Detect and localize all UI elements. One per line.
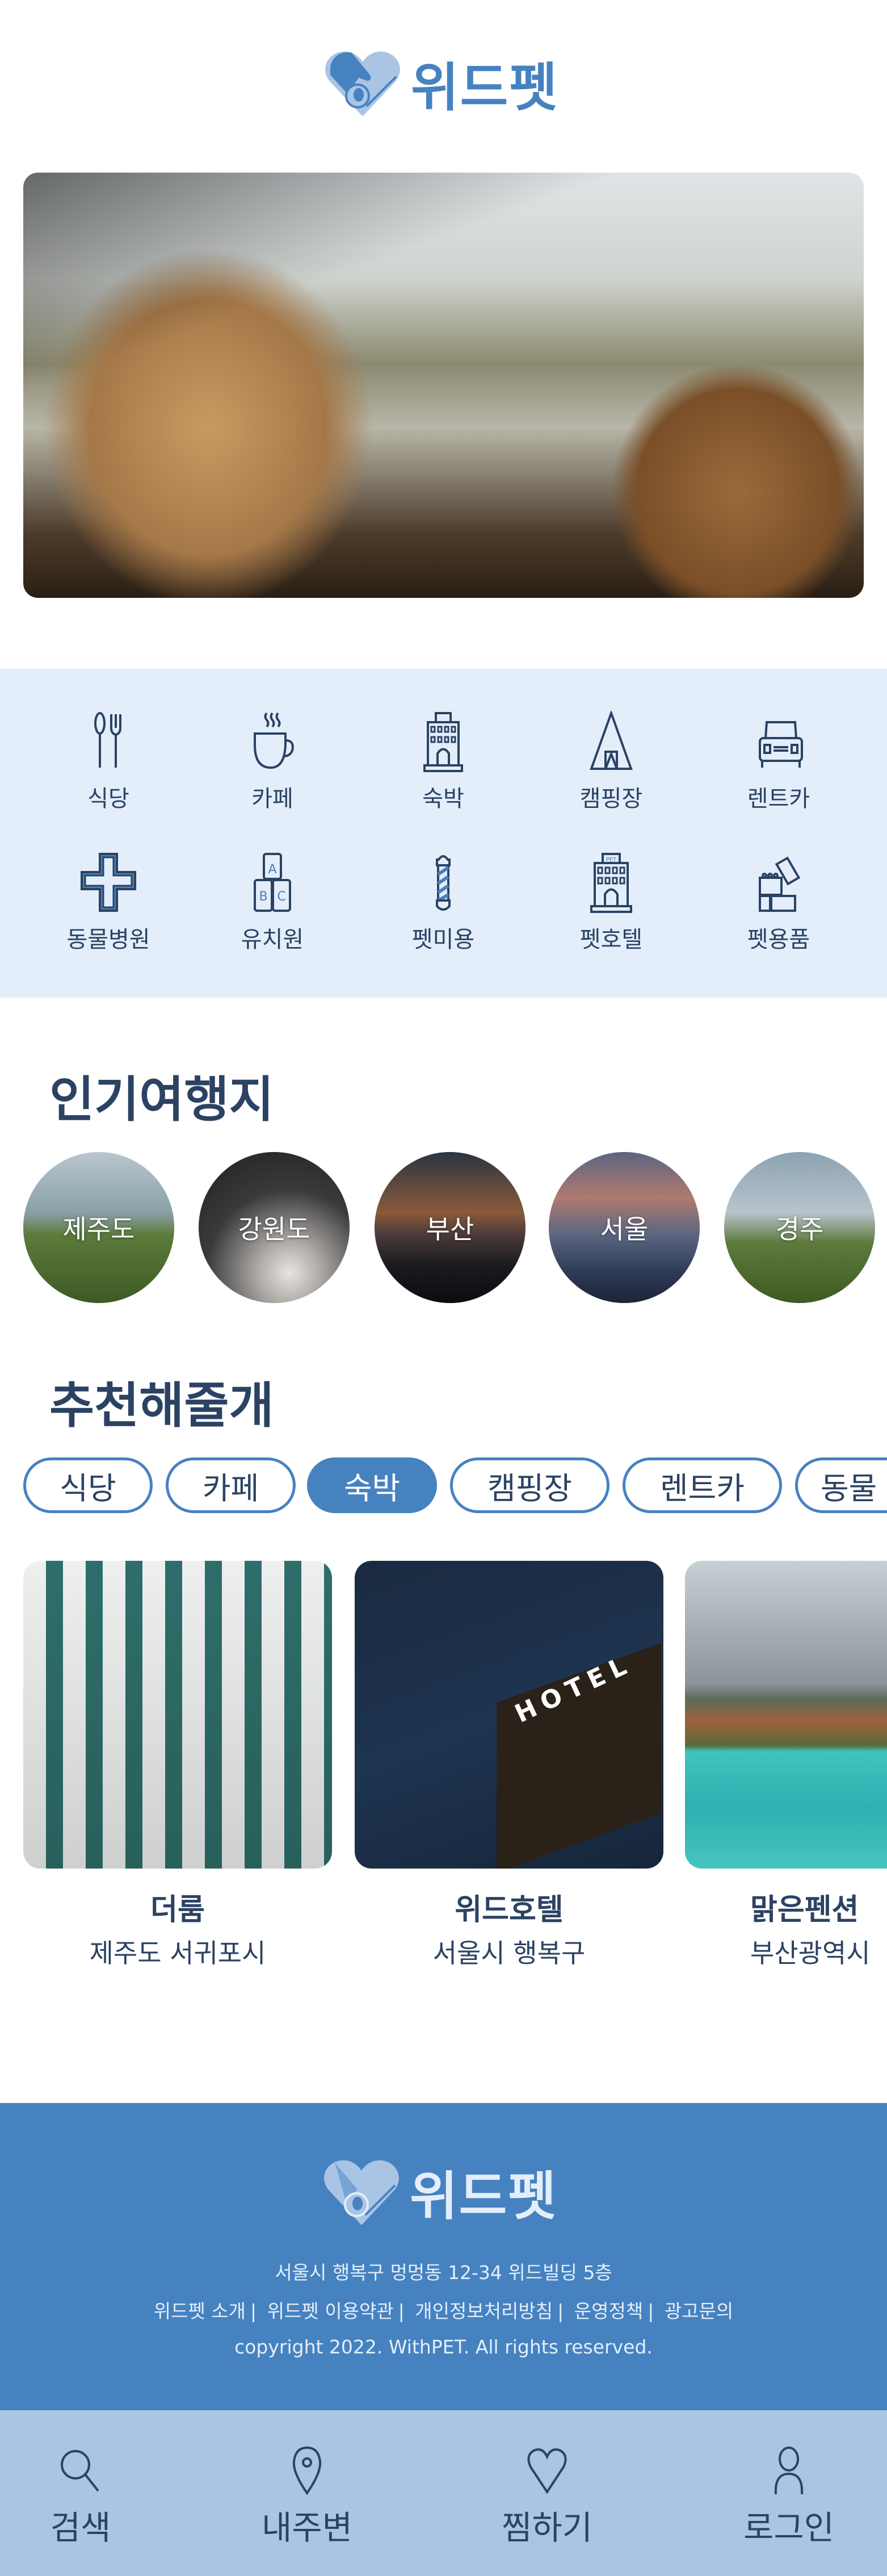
place-card-image	[685, 1561, 887, 1869]
nav-label: 로그인	[743, 2508, 835, 2547]
footer-logo[interactable]: 위드펫	[323, 2154, 557, 2230]
footer-link-privacy[interactable]: 개인정보처리방침	[415, 2300, 553, 2322]
destination-seoul[interactable]: 서울	[549, 1152, 700, 1303]
bottom-nav: 검색 내주변 찜하기 로그인	[0, 2410, 887, 2576]
filter-pill-camping[interactable]: 캠핑장	[450, 1457, 609, 1513]
category-animal-hospital[interactable]: 동물병원	[40, 852, 176, 954]
place-name: 맑은펜션	[750, 1893, 859, 1927]
category-pet-hotel[interactable]: PET 펫호텔	[543, 852, 679, 954]
destination-busan[interactable]: 부산	[375, 1152, 526, 1303]
filter-pill-rentcar[interactable]: 렌트카	[623, 1457, 782, 1513]
footer-link-ads[interactable]: 광고문의	[665, 2300, 733, 2322]
footer-link-about[interactable]: 위드펫 소개	[154, 2300, 246, 2322]
place-location: 서울시 행복구	[432, 1938, 586, 1968]
category-label: 펫호텔	[579, 927, 643, 953]
category-label: 렌트카	[747, 786, 810, 812]
nav-nearby[interactable]: 내주변	[233, 2444, 381, 2549]
heart-paw-logo-icon	[324, 2160, 399, 2225]
nav-favorites[interactable]: 찜하기	[473, 2444, 621, 2549]
header-logo[interactable]: 위드펫	[325, 45, 558, 121]
medical-cross-icon	[81, 853, 136, 912]
toy-blocks-icon	[759, 856, 801, 912]
category-label: 카페	[251, 786, 293, 812]
filter-pill-cafe[interactable]: 카페	[166, 1457, 296, 1513]
destination-label: 강원도	[238, 1214, 310, 1245]
footer-link-terms[interactable]: 위드펫 이용약관	[267, 2300, 394, 2322]
filter-pill-animal[interactable]: 동물	[795, 1457, 887, 1513]
category-label: 유치원	[241, 927, 304, 953]
filter-pill-label: 동물	[821, 1470, 877, 1506]
category-label: 캠핑장	[579, 786, 643, 812]
footer: 위드펫 서울시 행복구 멍멍동 12-34 위드빌딩 5층 위드펫 소개 | 위드…	[0, 2103, 887, 2410]
heart-paw-logo-icon	[325, 51, 400, 116]
hero-banner-image[interactable]	[23, 173, 864, 598]
filter-pill-lodging[interactable]: 숙박	[307, 1457, 437, 1513]
nav-login[interactable]: 로그인	[715, 2444, 863, 2549]
category-label: 펫미용	[411, 927, 475, 953]
filter-pill-restaurant[interactable]: 식당	[23, 1457, 153, 1513]
place-card[interactable]: HOTEL 위드호텔 서울시 행복구	[355, 1561, 663, 1970]
popular-destinations-title: 인기여행지	[49, 1071, 274, 1128]
place-location: 부산광역시	[750, 1938, 871, 1968]
destination-label: 서울	[600, 1214, 649, 1245]
place-location: 제주도 서귀포시	[89, 1938, 266, 1968]
footer-copyright: copyright 2022. WithPET. All rights rese…	[234, 2336, 653, 2358]
user-icon	[774, 2447, 804, 2495]
category-pet-grooming[interactable]: 펫미용	[375, 852, 511, 954]
abc-blocks-icon: AB C	[254, 853, 291, 912]
place-card[interactable]: 더룸 제주도 서귀포시	[23, 1561, 332, 1970]
category-rentcar[interactable]: 렌트카	[711, 711, 847, 813]
location-pin-icon	[292, 2446, 322, 2495]
footer-logo-text: 위드펫	[410, 2166, 557, 2227]
category-cafe[interactable]: 카페	[204, 711, 340, 813]
nav-label: 내주변	[261, 2508, 353, 2547]
pet-hotel-icon: PET	[590, 853, 632, 913]
recommend-title: 추천해줄개	[49, 1377, 274, 1434]
logo-text: 위드펫	[411, 57, 558, 118]
svg-text:A: A	[268, 862, 276, 877]
category-label: 숙박	[422, 786, 464, 812]
car-icon	[759, 721, 803, 768]
category-grid: 식당 카페 숙박 캠핑장 렌트카 동물병원 ABC 유치원 펫미용 PET 펫호…	[0, 669, 887, 998]
nav-search[interactable]: 검색	[7, 2444, 154, 2549]
nav-label: 찜하기	[501, 2508, 593, 2547]
destination-gyeongju[interactable]: 경주	[724, 1152, 875, 1303]
destination-label: 부산	[426, 1214, 474, 1245]
destination-label: 경주	[775, 1214, 824, 1245]
category-label: 펫용품	[747, 927, 810, 953]
svg-text:B: B	[259, 890, 267, 904]
barber-pole-icon	[436, 855, 451, 911]
destination-gangwon[interactable]: 강원도	[199, 1152, 350, 1303]
nav-label: 검색	[50, 2508, 111, 2547]
category-kindergarten[interactable]: ABC 유치원	[204, 852, 340, 954]
category-pet-supplies[interactable]: 펫용품	[711, 852, 847, 954]
category-camping[interactable]: 캠핑장	[543, 711, 679, 813]
place-card-image: HOTEL	[355, 1561, 663, 1869]
coffee-cup-icon	[254, 712, 294, 769]
place-card[interactable]: 맑은펜션 부산광역시	[685, 1561, 887, 1970]
category-lodging[interactable]: 숙박	[375, 711, 511, 813]
place-card-image	[23, 1561, 332, 1869]
building-icon	[423, 712, 463, 772]
footer-address: 서울시 행복구 멍멍동 12-34 위드빌딩 5층	[275, 2261, 612, 2284]
category-label: 식당	[87, 786, 129, 812]
svg-text:C: C	[277, 890, 285, 904]
destination-jeju[interactable]: 제주도	[23, 1152, 174, 1303]
place-name: 더룸	[150, 1893, 205, 1927]
footer-link-policy[interactable]: 운영정책	[574, 2300, 643, 2322]
category-label: 동물병원	[66, 927, 150, 953]
footer-links: 위드펫 소개 | 위드펫 이용약관 | 개인정보처리방침 | 운영정책 | 광고문의	[153, 2300, 734, 2322]
heart-icon	[527, 2448, 567, 2494]
category-restaurant[interactable]: 식당	[40, 711, 176, 813]
destination-label: 제주도	[62, 1214, 135, 1245]
utensils-icon	[94, 712, 121, 768]
search-icon	[61, 2450, 99, 2492]
tent-icon	[590, 711, 633, 770]
place-name: 위드호텔	[455, 1893, 564, 1927]
